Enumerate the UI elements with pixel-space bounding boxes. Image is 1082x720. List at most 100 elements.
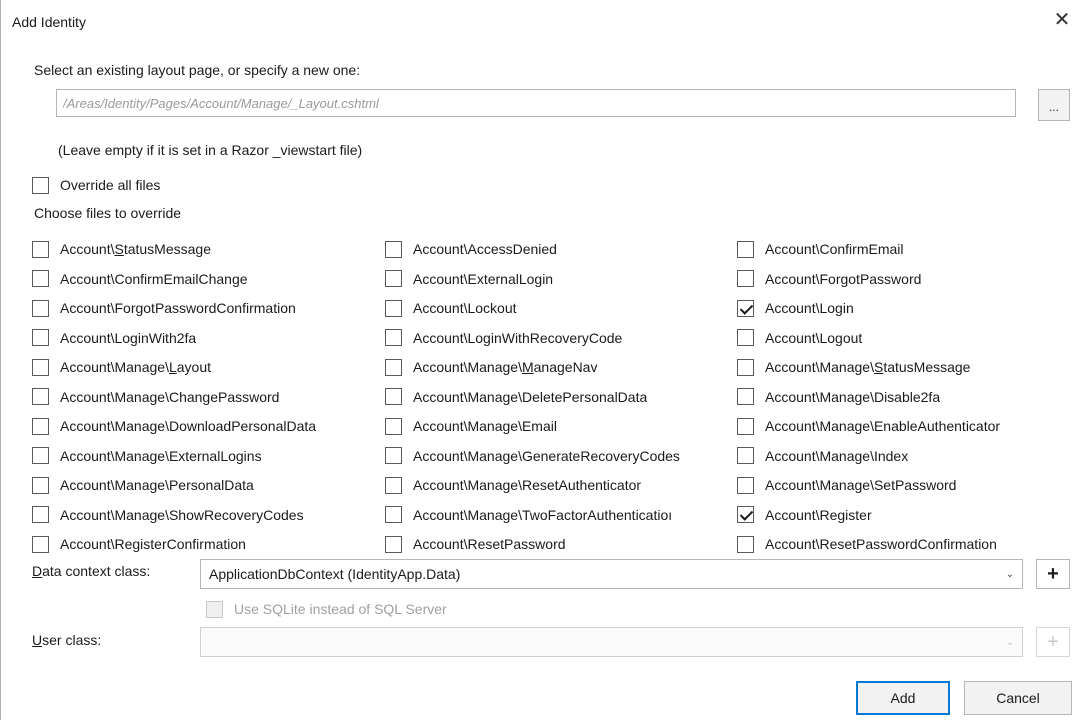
override-all-label: Override all files: [60, 177, 161, 193]
file-label-text: Account\Manage\: [60, 359, 169, 375]
file-label-text: Account\ResetPassword: [413, 536, 566, 552]
checkbox[interactable]: [737, 240, 754, 258]
file-label-text: Account\ForgotPassword: [765, 270, 922, 287]
checkbox[interactable]: [737, 535, 754, 553]
checkbox[interactable]: [32, 299, 49, 317]
add-data-context-button[interactable]: +: [1036, 559, 1070, 589]
file-label: Account\ForgotPasswordConfirmation: [60, 300, 296, 316]
checkbox[interactable]: [385, 535, 402, 553]
checkbox[interactable]: [737, 358, 754, 376]
file-checkbox[interactable]: Account\Manage\EnableAuthenticator: [737, 415, 1077, 437]
file-label-text: Account\Manage\GenerateRecoveryCodes: [413, 447, 680, 464]
checkbox[interactable]: [385, 417, 402, 435]
checkbox[interactable]: [737, 417, 754, 435]
checkbox[interactable]: [32, 535, 49, 553]
checkbox[interactable]: [385, 240, 402, 258]
file-checkbox[interactable]: Account\Manage\Layout: [32, 356, 377, 378]
checkbox[interactable]: [32, 270, 49, 287]
checkbox[interactable]: [32, 388, 49, 405]
cancel-button[interactable]: Cancel: [964, 681, 1072, 715]
checkbox[interactable]: [385, 270, 402, 287]
checkbox[interactable]: [32, 240, 49, 258]
file-checkbox[interactable]: Account\ForgotPasswordConfirmation: [32, 297, 377, 319]
file-checkbox[interactable]: Account\Logout: [737, 327, 1077, 349]
layout-page-input[interactable]: [56, 89, 1016, 117]
file-checkbox[interactable]: Account\Manage\PersonalData: [32, 474, 377, 496]
checkbox[interactable]: [32, 476, 49, 494]
file-label: Account\Manage\Disable2fa: [765, 389, 940, 405]
file-checkbox[interactable]: Account\Manage\SetPassword: [737, 474, 1077, 496]
checkbox[interactable]: [32, 506, 49, 523]
file-checkbox[interactable]: Account\Manage\StatusMessage: [737, 356, 1077, 378]
file-checkbox[interactable]: Account\Manage\ExternalLogins: [32, 445, 377, 467]
file-checkbox[interactable]: Account\ResetPassword: [385, 533, 730, 555]
file-checkbox[interactable]: Account\Manage\ShowRecoveryCodes: [32, 504, 377, 526]
checkbox[interactable]: [385, 358, 402, 376]
file-checkbox[interactable]: Account\ForgotPassword: [737, 268, 1077, 290]
file-checkbox[interactable]: Account\Manage\GenerateRecoveryCodes: [385, 445, 730, 467]
data-context-combobox[interactable]: ApplicationDbContext (IdentityApp.Data) …: [200, 559, 1023, 589]
add-user-class-button[interactable]: +: [1036, 627, 1070, 657]
checkbox[interactable]: [32, 417, 49, 435]
chevron-down-icon[interactable]: ⌄: [998, 569, 1022, 580]
sqlite-box[interactable]: [206, 600, 223, 618]
file-label-text: Account\Manage\Index: [765, 447, 909, 464]
file-label-text: tatusMessage: [883, 359, 971, 375]
file-checkbox[interactable]: Account\Manage\Index: [737, 445, 1077, 467]
file-checkbox[interactable]: Account\AccessDenied: [385, 238, 730, 260]
override-all-checkbox[interactable]: Override all files: [32, 174, 160, 196]
file-checkbox[interactable]: Account\Register: [737, 504, 1077, 526]
file-checkbox[interactable]: Account\Manage\TwoFactorAuthenticatioı: [385, 504, 730, 526]
data-context-label-text: ata context class:: [42, 563, 151, 579]
file-checkbox[interactable]: Account\ConfirmEmail: [737, 238, 1077, 260]
file-checkbox[interactable]: Account\ResetPasswordConfirmation: [737, 533, 1077, 555]
file-checkbox[interactable]: Account\ExternalLogin: [385, 268, 730, 290]
close-icon[interactable]: ✕: [1050, 8, 1074, 32]
checkbox-checked[interactable]: [737, 299, 754, 317]
checkbox[interactable]: [737, 270, 754, 287]
file-checkbox[interactable]: Account\Manage\ChangePassword: [32, 386, 377, 408]
file-label: Account\Manage\Layout: [60, 359, 211, 375]
user-class-combobox[interactable]: ⌄: [200, 627, 1023, 657]
file-checkbox[interactable]: Account\Manage\DeletePersonalData: [385, 386, 730, 408]
checkbox[interactable]: [385, 388, 402, 405]
checkbox[interactable]: [385, 506, 402, 523]
file-checkbox[interactable]: Account\RegisterConfirmation: [32, 533, 377, 555]
file-checkbox[interactable]: Account\Lockout: [385, 297, 730, 319]
checkbox-checked[interactable]: [737, 506, 754, 523]
file-checkbox[interactable]: Account\StatusMessage: [32, 238, 377, 260]
file-label-text: Account\Manage\ShowRecoveryCodes: [60, 506, 304, 523]
checkbox[interactable]: [385, 476, 402, 494]
checkbox[interactable]: [385, 329, 402, 346]
checkbox[interactable]: [385, 447, 402, 464]
file-checkbox[interactable]: Account\LoginWithRecoveryCode: [385, 327, 730, 349]
file-checkbox[interactable]: Account\Manage\ResetAuthenticator: [385, 474, 730, 496]
file-checkbox[interactable]: Account\Manage\DownloadPersonalData: [32, 415, 377, 437]
file-label-text: Account\Manage\Disable2fa: [765, 388, 941, 405]
browse-button[interactable]: ...: [1038, 89, 1070, 121]
sqlite-checkbox[interactable]: Use SQLite instead of SQL Server: [206, 598, 447, 620]
file-checkbox[interactable]: Account\Manage\Email: [385, 415, 730, 437]
file-checkbox[interactable]: Account\LoginWith2fa: [32, 327, 377, 349]
file-label-text: Account\Manage\ExternalLogins: [60, 447, 262, 464]
file-label-text: Account\LoginWithRecoveryCode: [413, 329, 623, 346]
file-label-text: tatusMessage: [123, 241, 211, 257]
checkbox[interactable]: [32, 329, 49, 346]
checkbox[interactable]: [385, 299, 402, 317]
file-checkbox[interactable]: Account\Manage\Disable2fa: [737, 386, 1077, 408]
chevron-down-icon[interactable]: ⌄: [998, 637, 1022, 648]
file-label-text: Account\AccessDenied: [413, 241, 557, 257]
checkbox[interactable]: [32, 447, 49, 464]
override-all-box[interactable]: [32, 176, 49, 194]
file-checkbox[interactable]: Account\Manage\ManageNav: [385, 356, 730, 378]
checkbox[interactable]: [737, 388, 754, 405]
add-button[interactable]: Add: [856, 681, 950, 715]
checkbox[interactable]: [32, 358, 49, 376]
checkbox[interactable]: [737, 476, 754, 494]
checkbox[interactable]: [737, 447, 754, 464]
file-label-text: Account\Manage\DownloadPersonalData: [60, 418, 317, 434]
checkbox[interactable]: [737, 329, 754, 346]
file-checkbox[interactable]: Account\ConfirmEmailChange: [32, 268, 377, 290]
file-checkbox[interactable]: Account\Login: [737, 297, 1077, 319]
file-label-text: anageNav: [533, 359, 598, 375]
